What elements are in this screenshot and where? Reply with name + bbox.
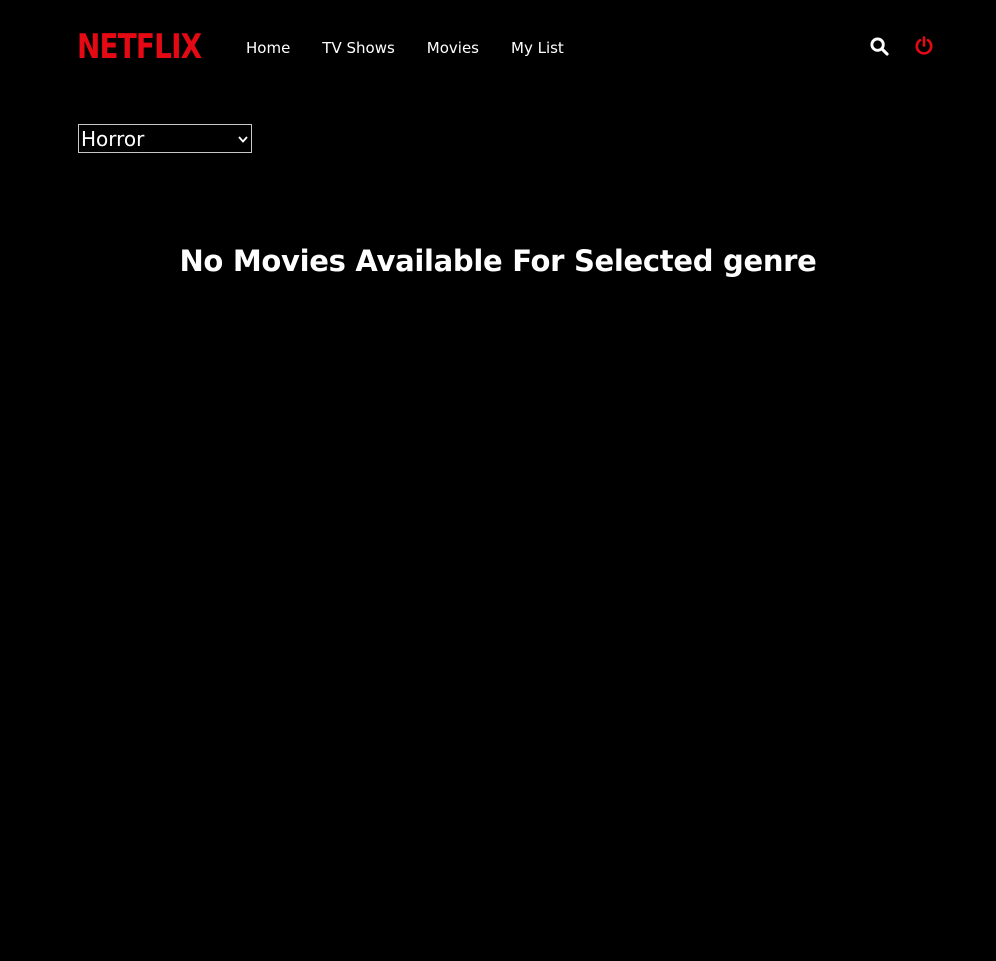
netflix-logo[interactable]: NETFLIX — [77, 30, 229, 65]
search-button[interactable] — [867, 34, 891, 58]
nav-link-movies[interactable]: Movies — [427, 38, 479, 58]
nav-links: Home TV Shows Movies My List — [246, 38, 596, 58]
empty-state-message: No Movies Available For Selected genre — [179, 244, 817, 279]
search-icon — [869, 36, 889, 56]
logout-button[interactable] — [912, 34, 936, 58]
nav-link-tv-shows[interactable]: TV Shows — [322, 38, 394, 58]
genre-select[interactable]: Horror — [78, 124, 252, 153]
nav-link-my-list[interactable]: My List — [511, 38, 564, 58]
genre-select-value: Horror — [81, 126, 145, 151]
nav-link-home[interactable]: Home — [246, 38, 290, 58]
logo-text: NETFLIX — [77, 27, 202, 67]
nav-icons — [867, 34, 936, 58]
power-icon — [915, 36, 933, 55]
navbar: NETFLIX Home TV Shows Movies My List — [0, 0, 996, 96]
chevron-down-icon — [238, 135, 248, 143]
